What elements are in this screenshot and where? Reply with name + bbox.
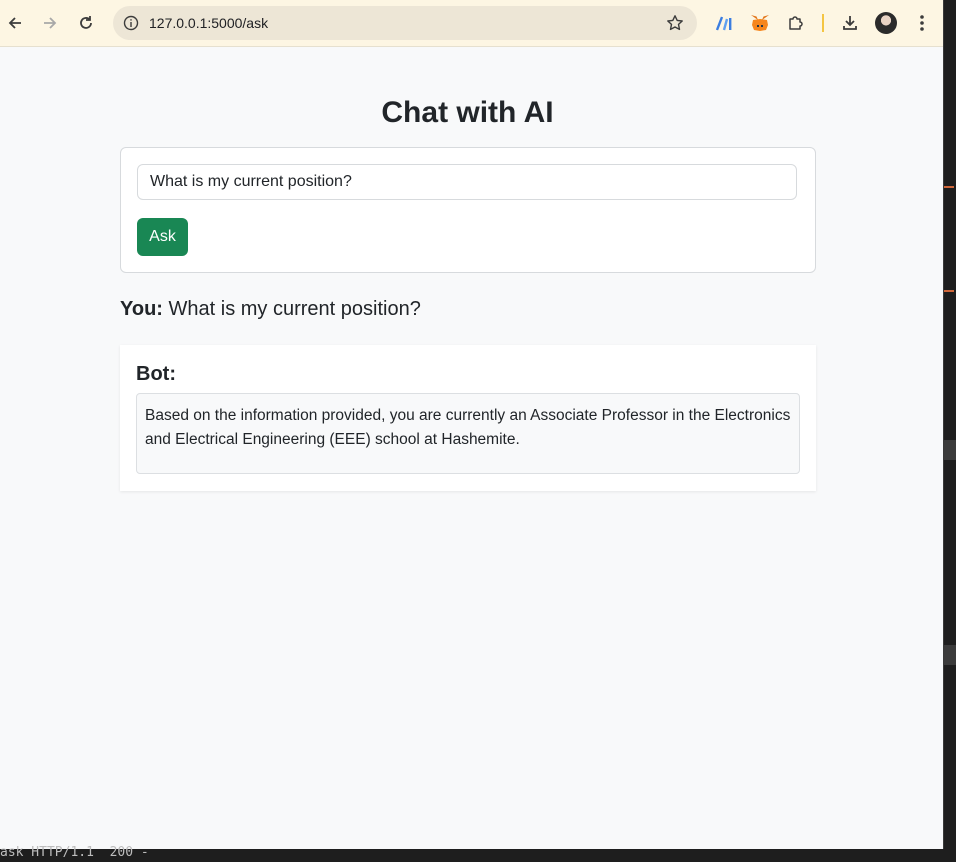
forward-arrow-icon[interactable] — [35, 8, 65, 38]
terminal-marker — [944, 186, 954, 188]
user-message: You: What is my current position? — [120, 298, 421, 321]
download-icon[interactable] — [835, 8, 865, 38]
terminal-panel — [944, 645, 956, 665]
browser-toolbar: 127.0.0.1:5000/ask — [0, 0, 943, 47]
bot-label: Bot: — [136, 363, 176, 385]
profile-avatar[interactable] — [875, 12, 897, 34]
more-vert-icon[interactable] — [907, 8, 937, 38]
metamask-fox-icon[interactable] — [745, 8, 775, 38]
page-title: Chat with AI — [381, 96, 554, 129]
toolbar-separator — [822, 14, 824, 32]
info-icon[interactable] — [121, 13, 141, 33]
bot-answer-text: Based on the information provided, you a… — [136, 393, 800, 474]
bookmark-star-icon[interactable] — [665, 13, 685, 33]
address-bar[interactable]: 127.0.0.1:5000/ask — [113, 6, 697, 40]
terminal-marker — [944, 290, 954, 292]
bot-response-card: Bot: Based on the information provided, … — [120, 345, 816, 491]
terminal-log-text: ask HTTP/1.1 200 - — [0, 845, 149, 860]
back-arrow-icon[interactable] — [0, 8, 30, 38]
question-form-card: Ask — [120, 147, 816, 273]
question-input[interactable] — [137, 164, 797, 200]
ask-button[interactable]: Ask — [137, 218, 188, 256]
browser-window: 127.0.0.1:5000/ask Chat with AI Ask You: — [0, 0, 944, 849]
reload-icon[interactable] — [71, 8, 101, 38]
url-text: 127.0.0.1:5000/ask — [149, 15, 269, 31]
user-message-text: What is my current position? — [168, 298, 421, 320]
ai-extension-icon[interactable] — [709, 8, 739, 38]
puzzle-extensions-icon[interactable] — [781, 8, 811, 38]
user-label: You: — [120, 298, 163, 320]
terminal-panel — [944, 440, 956, 460]
